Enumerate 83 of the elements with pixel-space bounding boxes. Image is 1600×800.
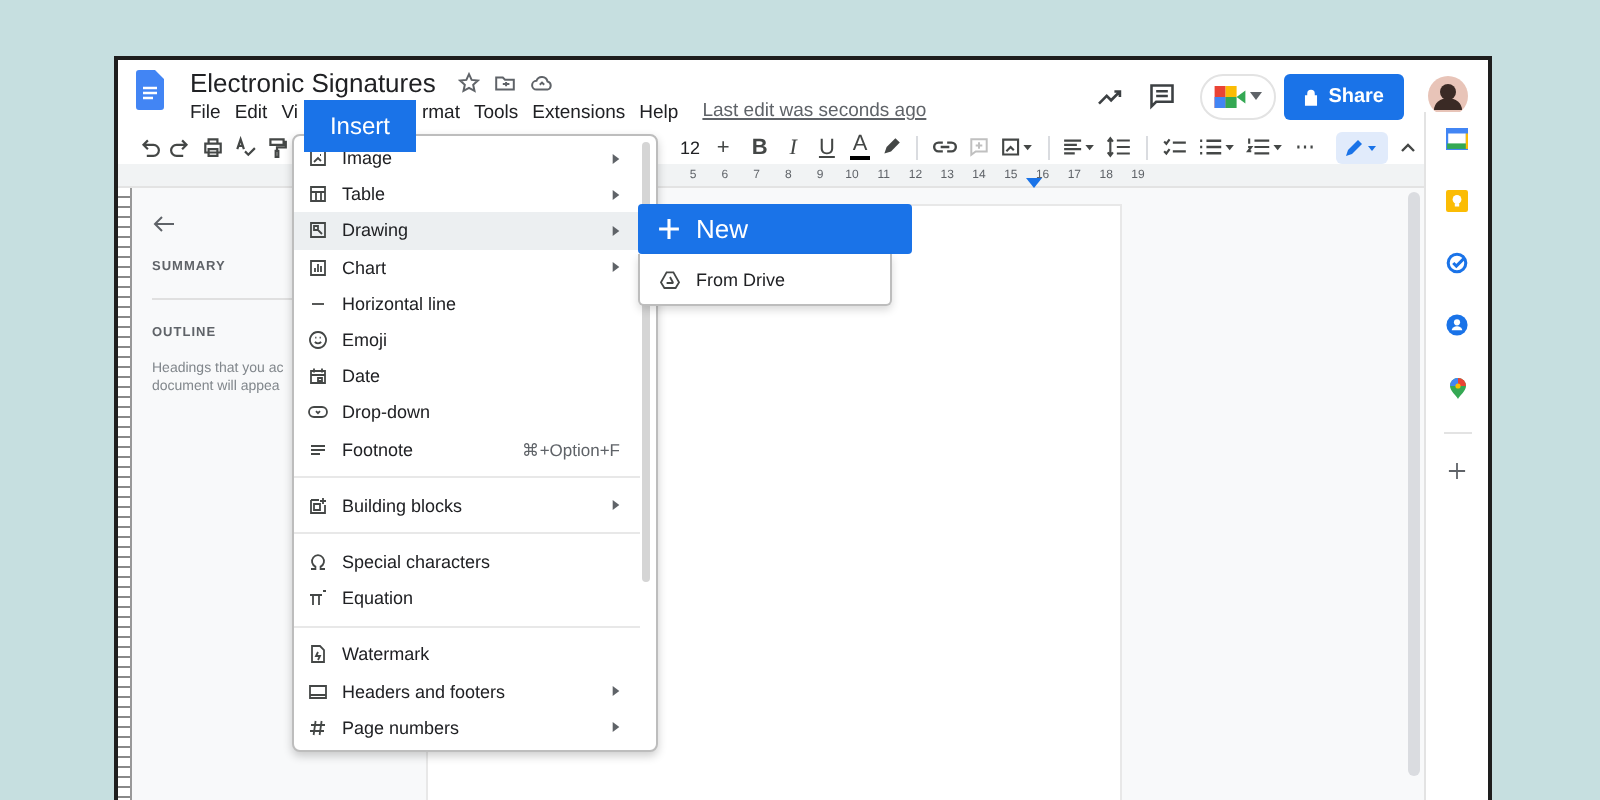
menu-item[interactable]: Vi — [281, 100, 298, 126]
menu-item[interactable]: Building blocks — [294, 487, 640, 524]
menu-item[interactable]: Page numbers — [294, 709, 640, 746]
menu-item[interactable]: Date — [294, 358, 640, 395]
folder-icon[interactable] — [493, 71, 516, 93]
line-spacing-icon[interactable] — [1106, 136, 1133, 158]
menu-item[interactable]: Watermark — [294, 636, 640, 673]
cloud-icon[interactable] — [529, 71, 554, 93]
insert-image-icon[interactable] — [999, 136, 1034, 158]
menu-item[interactable]: Insert — [303, 100, 416, 152]
increase-font-button[interactable]: + — [710, 135, 736, 159]
pi-icon — [308, 588, 328, 609]
table-icon — [308, 184, 328, 205]
menu-item[interactable]: Horizontal line — [294, 285, 640, 322]
scrollbar[interactable] — [1408, 192, 1420, 776]
editing-mode-button[interactable] — [1336, 131, 1389, 163]
menu-item[interactable]: Chart — [294, 249, 640, 286]
menu-item[interactable]: Footnote ⌘+Option+F — [294, 431, 640, 468]
link-icon[interactable] — [931, 136, 958, 158]
redo-icon[interactable] — [170, 136, 192, 158]
blocks-icon — [308, 495, 328, 516]
last-edit-link[interactable]: Last edit was seconds ago — [702, 100, 927, 122]
share-button[interactable]: Share — [1284, 73, 1404, 119]
menu-item[interactable]: Emoji — [294, 321, 640, 359]
highlighter-icon[interactable] — [879, 136, 902, 158]
text-color-button[interactable]: A — [850, 134, 870, 160]
menu-item[interactable]: Special characters — [294, 543, 640, 581]
italic-button[interactable]: I — [783, 135, 803, 159]
underline-button[interactable]: U — [812, 135, 841, 159]
menu-item[interactable]: File — [190, 100, 221, 126]
spellcheck-icon[interactable] — [234, 136, 256, 158]
undo-icon[interactable] — [138, 136, 160, 158]
pencil-icon — [1344, 137, 1381, 157]
menu-item[interactable]: Drawing — [294, 212, 640, 250]
document-logo-icon[interactable] — [136, 70, 164, 110]
paint-format-icon[interactable] — [266, 136, 288, 158]
hash-icon — [308, 717, 328, 738]
trend-icon[interactable] — [1096, 85, 1125, 107]
plus-icon — [658, 218, 680, 240]
menu-item[interactable]: rmat — [421, 100, 460, 126]
drawing-icon — [308, 220, 328, 241]
print-icon[interactable] — [202, 136, 224, 158]
omega-icon — [308, 551, 328, 572]
menu-item[interactable]: Edit — [234, 100, 268, 126]
menu-item[interactable]: Equation — [294, 580, 640, 617]
image-icon — [308, 148, 328, 169]
chart-icon — [308, 257, 328, 278]
comment-icon[interactable] — [1148, 82, 1177, 110]
menu-item[interactable]: Drop-down — [294, 394, 640, 431]
lock-icon — [1304, 87, 1319, 105]
menu-item[interactable]: Help — [639, 100, 679, 126]
shortcut-text: ⌘+Option+F — [521, 439, 620, 460]
smiley-icon — [308, 330, 328, 351]
contacts-app-icon[interactable] — [1446, 314, 1468, 336]
dropdown-icon — [308, 402, 328, 423]
caret-icon — [1250, 92, 1263, 100]
bulleted-list-icon[interactable] — [1198, 136, 1237, 158]
menu-item[interactable]: Extensions — [532, 100, 626, 126]
tasks-app-icon[interactable] — [1446, 252, 1468, 274]
map-pin-app-icon[interactable] — [1447, 376, 1467, 400]
star-icon[interactable] — [457, 71, 480, 93]
font-size-field[interactable]: 12 — [680, 137, 701, 157]
submenu-item[interactable]: From Drive — [638, 254, 892, 306]
document-title[interactable]: Electronic Signatures — [190, 67, 436, 97]
document-icon — [308, 644, 328, 665]
calendar-icon — [308, 366, 328, 387]
submenu-item[interactable]: New — [638, 204, 912, 254]
checklist-icon[interactable] — [1162, 136, 1189, 158]
header-footer-icon — [308, 681, 328, 702]
menu-item[interactable]: Headers and footers — [294, 672, 640, 710]
add-icon[interactable] — [1448, 462, 1466, 480]
menu-item[interactable]: Tools — [473, 100, 519, 126]
triangle-icon — [660, 269, 680, 289]
bold-button[interactable]: B — [745, 135, 774, 159]
lines-icon — [308, 439, 328, 460]
video-camera-icon — [1214, 85, 1247, 107]
video-call-button[interactable] — [1200, 73, 1277, 119]
menu-item[interactable]: Table — [294, 176, 640, 213]
numbered-list-icon[interactable] — [1246, 136, 1285, 158]
align-icon[interactable] — [1062, 136, 1097, 158]
calendar-app-icon[interactable] — [1446, 128, 1468, 150]
back-arrow-icon[interactable] — [152, 214, 176, 234]
indent-marker-icon[interactable] — [1026, 178, 1042, 188]
